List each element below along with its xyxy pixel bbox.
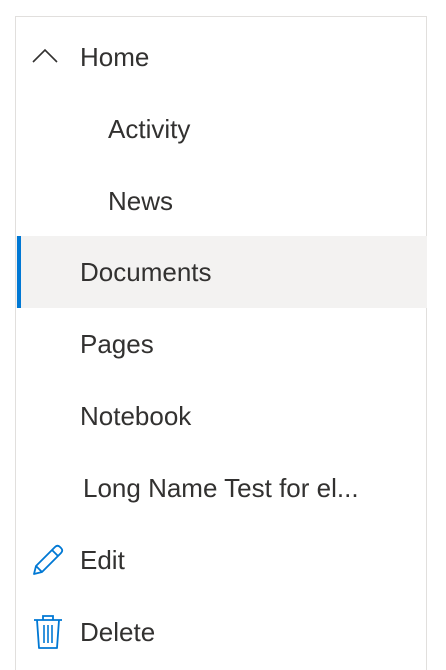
nav-item-label: Documents bbox=[80, 256, 212, 287]
pencil-icon bbox=[33, 544, 64, 575]
nav-item-label: Long Name Test for el... bbox=[83, 472, 359, 503]
nav-item-edit[interactable]: Edit bbox=[16, 524, 427, 596]
nav-item-label: Edit bbox=[80, 544, 125, 575]
chevron-up-icon[interactable] bbox=[32, 48, 58, 64]
nav-item-notebook[interactable]: Notebook bbox=[16, 380, 427, 452]
site-navigation: Home Activity News Documents Pages Noteb… bbox=[15, 16, 427, 670]
nav-item-label: Notebook bbox=[80, 400, 192, 431]
trash-icon bbox=[34, 615, 62, 649]
nav-item-label: Home bbox=[80, 41, 150, 72]
nav-item-delete[interactable]: Delete bbox=[16, 596, 427, 668]
nav-item-label: News bbox=[108, 185, 174, 216]
nav-item-pages[interactable]: Pages bbox=[16, 308, 427, 380]
nav-item-label: Pages bbox=[80, 328, 154, 359]
nav-item-label: Delete bbox=[80, 616, 156, 647]
nav-item-documents[interactable]: Documents bbox=[16, 236, 427, 308]
nav-item-news[interactable]: News bbox=[16, 165, 427, 237]
nav-item-activity[interactable]: Activity bbox=[16, 93, 427, 165]
nav-item-home[interactable]: Home bbox=[16, 21, 427, 93]
nav-item-long-name[interactable]: Long Name Test for el... bbox=[16, 452, 427, 524]
nav-item-label: Activity bbox=[108, 113, 191, 144]
selection-indicator bbox=[17, 236, 21, 308]
